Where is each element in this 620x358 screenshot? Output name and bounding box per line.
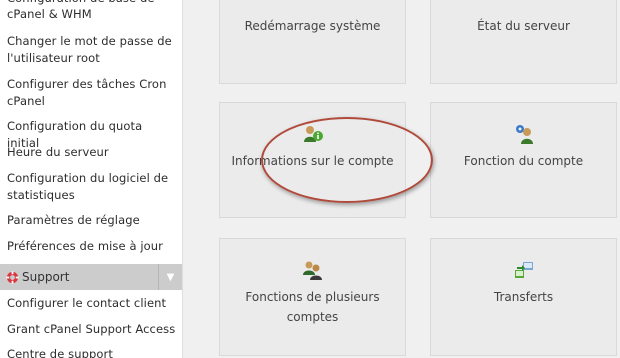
card-label: Informations sur le compte <box>231 154 394 168</box>
card-system-reboot[interactable]: Redémarrage système <box>219 0 406 84</box>
card-server-status[interactable]: État du serveur <box>430 0 617 84</box>
sidebar-item-cron-jobs[interactable]: Configurer des tâches Cron cPanel <box>7 76 177 110</box>
sidebar-section-support[interactable]: Support ▼ <box>0 264 182 290</box>
transfer-icon <box>514 262 533 278</box>
sidebar: Configuration de base de cPanel & WHM Ch… <box>0 0 183 358</box>
main-content: Redémarrage système État du serveur Info… <box>183 0 620 358</box>
sidebar-item-server-time[interactable]: Heure du serveur <box>7 144 177 161</box>
chevron-down-icon[interactable]: ▼ <box>158 264 182 290</box>
card-transfers[interactable]: Transferts <box>430 238 617 356</box>
sidebar-item-statistics-software[interactable]: Configuration du logiciel de statistique… <box>7 170 177 204</box>
sidebar-item-grant-support-access[interactable]: Grant cPanel Support Access <box>7 321 177 338</box>
card-account-information[interactable]: Informations sur le compte <box>219 102 406 218</box>
user-info-icon <box>303 126 323 142</box>
sidebar-item-basic-config[interactable]: Configuration de base de cPanel & WHM <box>7 0 177 22</box>
card-label: État du serveur <box>477 19 570 33</box>
card-label: Fonctions de plusieurs comptes <box>245 290 380 324</box>
sidebar-item-change-root-password[interactable]: Changer le mot de passe de l'utilisateur… <box>7 33 177 67</box>
sidebar-item-customer-contact[interactable]: Configurer le contact client <box>7 295 177 312</box>
card-label: Redémarrage système <box>244 19 381 33</box>
sidebar-item-support-center[interactable]: Centre de support <box>7 346 177 358</box>
lifebuoy-icon <box>6 271 19 284</box>
sidebar-item-tweak-settings[interactable]: Paramètres de réglage <box>7 212 177 229</box>
support-label: Support <box>22 270 70 284</box>
multiple-users-icon <box>302 261 322 280</box>
card-label: Transferts <box>493 290 554 304</box>
card-account-function[interactable]: Fonction du compte <box>430 102 617 218</box>
sidebar-item-update-preferences[interactable]: Préférences de mise à jour <box>7 238 177 255</box>
user-gear-icon <box>515 125 533 144</box>
card-label: Fonction du compte <box>463 154 584 168</box>
card-multiple-account-functions[interactable]: Fonctions de plusieurs comptes <box>219 238 406 356</box>
